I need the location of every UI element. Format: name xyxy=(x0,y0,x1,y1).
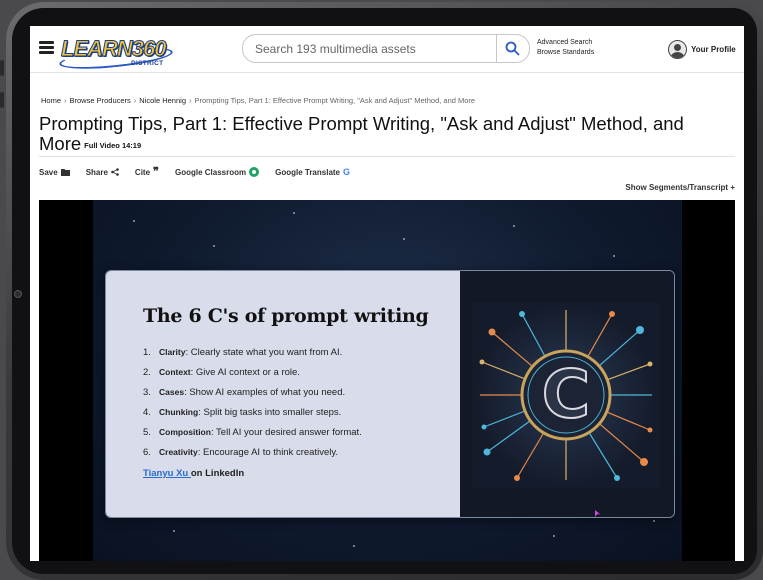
browse-standards-link[interactable]: Browse Standards xyxy=(537,48,594,58)
site-header: LEARN360 DISTRICT Advanced Search Browse… xyxy=(30,26,744,73)
list-item: 3. Cases: Show AI examples of what you ne… xyxy=(143,387,346,398)
google-classroom-icon xyxy=(249,167,260,177)
list-item: 1. Clarity: Clearly state what you want f… xyxy=(143,347,343,358)
share-icon xyxy=(111,168,119,176)
chevron-right-icon: › xyxy=(189,96,192,105)
credit-author-link[interactable]: Tianyu Xu xyxy=(143,468,191,479)
presentation-slide: The 6 C's of prompt writing 1. Clarity: C… xyxy=(105,270,675,518)
star xyxy=(173,530,175,532)
advanced-search-link[interactable]: Advanced Search xyxy=(537,38,594,48)
slide-list: 1. Clarity: Clearly state what you want f… xyxy=(143,342,362,462)
volume-up-button xyxy=(0,60,4,76)
translate-label: Google Translate xyxy=(275,167,340,177)
breadcrumb-home[interactable]: Home xyxy=(41,96,61,105)
slide-credit: Tianyu Xu on LinkedIn xyxy=(143,468,244,479)
google-translate-button[interactable]: Google Translate G xyxy=(275,167,350,177)
star xyxy=(653,520,655,522)
learn360-logo[interactable]: LEARN360 DISTRICT xyxy=(58,35,174,73)
list-item: 2. Context: Give AI context or a role. xyxy=(143,367,300,378)
slide-title: The 6 C's of prompt writing xyxy=(143,305,429,327)
star xyxy=(213,245,215,247)
google-classroom-button[interactable]: Google Classroom xyxy=(174,167,260,177)
breadcrumb-producer[interactable]: Nicole Hennig xyxy=(139,96,186,105)
folder-icon xyxy=(60,168,70,176)
star xyxy=(353,545,355,547)
search-input[interactable] xyxy=(255,35,495,62)
circuit-c-illustration: C xyxy=(472,302,660,488)
star xyxy=(613,255,615,257)
list-item: 6. Creativity: Encourage AI to think crea… xyxy=(143,447,339,458)
search-icon xyxy=(505,41,520,56)
chevron-right-icon: › xyxy=(64,96,67,105)
profile-button[interactable]: Your Profile xyxy=(668,39,736,59)
action-toolbar: Save Share Cite ❞ Google Classroom Googl… xyxy=(39,165,366,178)
cite-button[interactable]: Cite ❞ xyxy=(134,165,159,178)
duration-badge: Full Video 14:19 xyxy=(84,141,142,150)
breadcrumb: Home › Browse Producers › Nicole Hennig › Prom… xyxy=(41,96,475,105)
slide-art-panel: C xyxy=(460,271,674,517)
share-button[interactable]: Share xyxy=(86,168,119,177)
show-segments-link[interactable]: Show Segments/Transcript + xyxy=(625,183,735,192)
logo-subtext: DISTRICT xyxy=(131,60,164,67)
star xyxy=(553,535,555,537)
list-item: 5. Composition: Tell AI your desired answ… xyxy=(143,427,362,438)
divider xyxy=(39,156,735,157)
google-g-icon: G xyxy=(343,167,351,177)
chevron-right-icon: › xyxy=(133,96,137,105)
browser-screen: LEARN360 DISTRICT Advanced Search Browse… xyxy=(30,26,744,561)
quote-icon: ❞ xyxy=(153,165,159,178)
share-label: Share xyxy=(85,167,108,177)
logo-text: LEARN360 xyxy=(60,36,166,62)
breadcrumb-current: Prompting Tips, Part 1: Effective Prompt… xyxy=(194,96,476,105)
search-bar xyxy=(242,34,530,63)
tablet-frame: LEARN360 DISTRICT Advanced Search Browse… xyxy=(0,0,763,580)
list-item: 4. Chunking: Split big tasks into smaller… xyxy=(143,407,342,418)
cite-label: Cite xyxy=(134,167,151,177)
classroom-label: Google Classroom xyxy=(174,167,247,177)
star xyxy=(293,212,295,214)
advanced-links: Advanced Search Browse Standards xyxy=(537,38,594,58)
save-button[interactable]: Save xyxy=(39,168,70,177)
breadcrumb-browse-producers[interactable]: Browse Producers xyxy=(70,96,131,105)
star xyxy=(403,238,405,240)
page-title: Prompting Tips, Part 1: Effective Prompt… xyxy=(39,114,729,156)
video-player[interactable]: The 6 C's of prompt writing 1. Clarity: C… xyxy=(39,200,735,561)
save-label: Save xyxy=(39,167,58,177)
search-button[interactable] xyxy=(496,35,529,62)
credit-suffix: on LinkedIn xyxy=(190,468,245,479)
camera-icon xyxy=(14,290,22,298)
user-avatar-icon xyxy=(668,39,687,59)
art-letter: C xyxy=(541,355,591,434)
volume-down-button xyxy=(0,92,4,108)
profile-label: Your Profile xyxy=(691,44,736,54)
star xyxy=(133,220,135,222)
slide-text-panel: The 6 C's of prompt writing 1. Clarity: C… xyxy=(106,271,460,517)
star xyxy=(513,225,515,227)
hamburger-menu-icon[interactable] xyxy=(39,41,54,54)
